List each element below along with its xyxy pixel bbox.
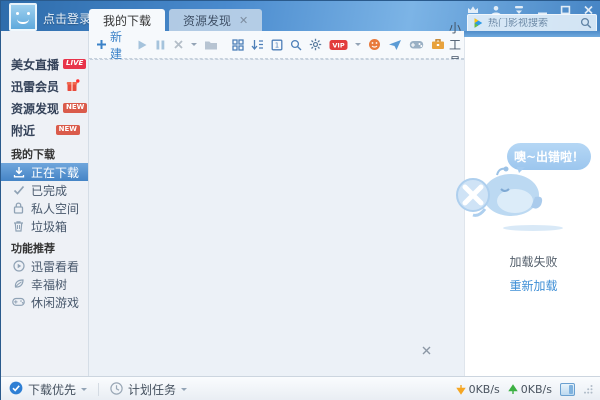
- upload-speed-value: 0KB/s: [521, 383, 552, 396]
- sidebar-item-happiness-tree[interactable]: 幸福树: [1, 275, 88, 293]
- title-bar: 点击登录 我的下载 资源发现 ✕: [1, 1, 600, 31]
- tab-label: 我的下载: [103, 12, 151, 29]
- view-grid-icon[interactable]: [232, 39, 244, 51]
- new-badge: NEW: [63, 103, 87, 113]
- live-badge: LIVE: [63, 59, 86, 69]
- avatar-mouth: [17, 19, 29, 24]
- delete-task-icon[interactable]: [173, 39, 184, 50]
- sidebar-item-label: 美女直播: [11, 56, 59, 73]
- scheduled-tasks-button[interactable]: 计划任务: [110, 380, 187, 399]
- mode-caret-icon: [81, 388, 87, 394]
- clock-icon: [110, 380, 123, 399]
- sidebar-item-label: 休闲游戏: [31, 294, 79, 311]
- login-link[interactable]: 点击登录: [43, 10, 91, 27]
- play-circle-icon: [12, 260, 25, 273]
- sidebar-item-downloading[interactable]: 正在下载: [1, 163, 88, 181]
- sidebar-item-label: 附近: [11, 122, 52, 139]
- sidebar-item-casual-games[interactable]: 休闲游戏: [1, 293, 88, 311]
- sidebar-item-vip-member[interactable]: 迅雷会员: [1, 75, 88, 97]
- download-mode-button[interactable]: 下载优先: [9, 380, 87, 399]
- tab-resource-discovery[interactable]: 资源发现 ✕: [169, 9, 262, 31]
- user-avatar[interactable]: [9, 3, 37, 31]
- sidebar-item-trash[interactable]: 垃圾箱: [1, 217, 88, 235]
- trash-icon: [12, 220, 25, 233]
- section-header-my-downloads: 我的下载: [1, 145, 88, 163]
- resize-grip[interactable]: [583, 384, 593, 394]
- sidebar-item-label: 迅雷看看: [31, 258, 79, 275]
- status-bar: 下载优先 计划任务 0KB/s 0KB/s: [1, 376, 600, 400]
- sidebar-item-label: 资源发现: [11, 100, 59, 117]
- download-speed: 0KB/s: [456, 380, 500, 399]
- schedule-label: 计划任务: [128, 381, 176, 398]
- sidebar-item-completed[interactable]: 已完成: [1, 181, 88, 199]
- filter-search-icon[interactable]: [290, 39, 302, 51]
- download-icon: [12, 166, 25, 179]
- up-arrow-icon: [508, 380, 518, 399]
- load-failed-text: 加载失败: [465, 253, 600, 270]
- sidebar-item-label: 垃圾箱: [31, 218, 67, 235]
- down-arrow-icon: [456, 380, 466, 399]
- upload-speed: 0KB/s: [508, 380, 552, 399]
- mode-label: 下载优先: [28, 381, 76, 398]
- lock-icon: [12, 202, 25, 215]
- detail-panel-toggle[interactable]: [560, 383, 575, 396]
- avatar-eye: [16, 12, 19, 15]
- settings-gear-icon[interactable]: [309, 38, 322, 51]
- mode-check-icon: [9, 380, 23, 399]
- sidebar-item-beauty-live[interactable]: 美女直播 LIVE: [1, 53, 88, 75]
- svg-text:1: 1: [275, 41, 279, 49]
- svg-text:VIP: VIP: [332, 41, 344, 49]
- app-window: 点击登录 我的下载 资源发现 ✕: [0, 0, 600, 400]
- sort-list-icon[interactable]: [251, 39, 264, 51]
- avatar-eye: [27, 12, 30, 15]
- sidebar-item-label: 迅雷会员: [11, 78, 62, 95]
- close-hint-icon[interactable]: [420, 344, 432, 356]
- schedule-caret-icon: [181, 388, 187, 394]
- sidebar-item-resource-discovery[interactable]: 资源发现 NEW: [1, 97, 88, 119]
- mascot-shadow: [503, 225, 563, 231]
- statusbar-right: 0KB/s 0KB/s: [456, 380, 593, 399]
- search-input[interactable]: [488, 18, 576, 29]
- delete-options-caret-icon[interactable]: [191, 43, 197, 49]
- sidebar: 美女直播 LIVE 迅雷会员 资源发现 NEW 附近 NEW 我的下载 正在下载: [1, 31, 89, 376]
- sidebar-item-kankan[interactable]: 迅雷看看: [1, 257, 88, 275]
- info-panel: 噢~出错啦！ 加载失败 重新加载: [464, 37, 600, 376]
- tab-close-icon[interactable]: ✕: [239, 15, 248, 26]
- sidebar-item-label: 幸福树: [31, 276, 67, 293]
- mascot-bird-icon: [449, 157, 559, 231]
- sidebar-item-private-space[interactable]: 私人空间: [1, 199, 88, 217]
- section-header-recommended: 功能推荐: [1, 239, 88, 257]
- share-plane-icon[interactable]: [388, 39, 402, 51]
- download-speed-value: 0KB/s: [469, 383, 500, 396]
- gift-icon: [66, 77, 80, 96]
- tab-label: 资源发现: [183, 12, 231, 29]
- start-download-icon[interactable]: [136, 39, 148, 51]
- reload-link[interactable]: 重新加载: [465, 277, 600, 294]
- sidebar-item-nearby[interactable]: 附近 NEW: [1, 119, 88, 141]
- task-detail-icon[interactable]: 1: [271, 39, 283, 51]
- vip-options-caret-icon[interactable]: [355, 43, 361, 49]
- leaf-icon: [12, 278, 25, 291]
- vip-accelerate-icon[interactable]: VIP: [329, 39, 348, 51]
- open-folder-icon[interactable]: [204, 39, 218, 51]
- toolbar: 新建 1 VIP: [89, 31, 464, 59]
- emoji-face-icon[interactable]: [368, 38, 381, 51]
- statusbar-divider: [98, 383, 99, 396]
- toolbox-icon: [431, 35, 445, 54]
- plus-icon: [96, 35, 107, 54]
- pause-download-icon[interactable]: [155, 39, 166, 51]
- gamepad-icon: [12, 296, 25, 309]
- sidebar-item-label: 正在下载: [31, 164, 79, 181]
- games-gamepad-icon[interactable]: [409, 39, 424, 50]
- download-list-area[interactable]: [90, 59, 464, 376]
- sidebar-item-label: 私人空间: [31, 200, 79, 217]
- sidebar-item-label: 已完成: [31, 182, 67, 199]
- new-task-label: 新建: [110, 28, 122, 62]
- check-icon: [12, 184, 25, 197]
- new-task-button[interactable]: 新建: [96, 28, 122, 62]
- new-badge: NEW: [56, 125, 80, 135]
